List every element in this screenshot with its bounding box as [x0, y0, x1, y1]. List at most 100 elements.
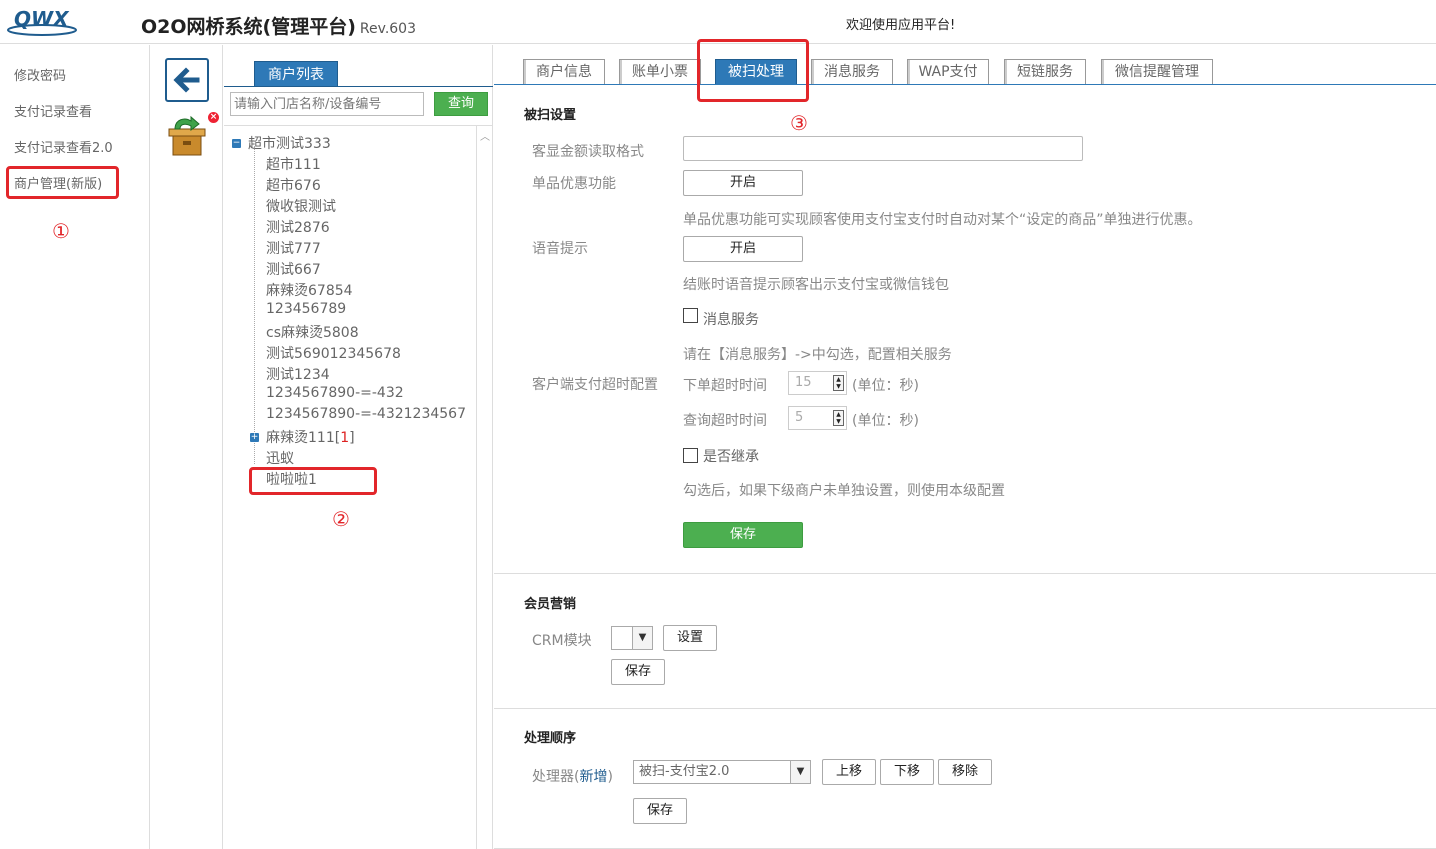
scan-settings-save-button[interactable]: 保存 [683, 522, 803, 548]
chevron-down-icon: ▼ [790, 761, 810, 783]
annotation-box-3 [697, 39, 809, 102]
tab-short-link[interactable]: 短链服务 [1004, 59, 1086, 85]
query-timeout-stepper[interactable]: 5 ▲ ▼ [788, 406, 847, 430]
query-timeout-value: 5 [795, 410, 804, 425]
annotation-number-1: ① [52, 219, 70, 243]
member-marketing-save-button[interactable]: 保存 [611, 659, 665, 685]
tree-node[interactable]: 超市111 [266, 154, 321, 174]
query-button[interactable]: 查询 [434, 92, 488, 116]
voice-prompt-hint: 结账时语音提示顾客出示支付宝或微信钱包 [683, 277, 949, 293]
header: QWX O2O网桥系统(管理平台) Rev.603 欢迎使用应用平台! [0, 0, 1436, 44]
expand-toggle-icon[interactable]: + [250, 433, 259, 442]
query-timeout-label: 查询超时时间 [683, 413, 767, 429]
tree-node[interactable]: 超市676 [266, 175, 321, 195]
spinner-arrows-icon[interactable]: ▲ ▼ [833, 410, 844, 426]
logo-text: QWX [14, 7, 70, 31]
crm-settings-button[interactable]: 设置 [663, 625, 717, 651]
tree-node[interactable]: 测试2876 [266, 217, 330, 237]
icon-column: × [151, 45, 223, 849]
processor-label-close: ) [607, 769, 613, 785]
tree-node[interactable]: 麻辣烫67854 [266, 280, 353, 300]
section-title-member-marketing: 会员营销 [524, 597, 577, 612]
collapse-toggle-icon[interactable]: − [232, 139, 241, 148]
processor-label-text: 处理器( [532, 769, 580, 785]
tab-message-service[interactable]: 消息服务 [811, 59, 893, 85]
app-title: O2O网桥系统(管理平台) Rev.603 [141, 12, 416, 39]
voice-prompt-enable-button[interactable]: 开启 [683, 236, 803, 262]
tree-node[interactable]: 1234567890-=-4321234567 [266, 406, 466, 422]
tree-scrollbar[interactable]: ︿ [476, 126, 493, 849]
back-button[interactable] [165, 58, 209, 102]
section-title-scan-settings: 被扫设置 [524, 108, 577, 123]
section-divider [494, 708, 1436, 709]
amount-format-input[interactable] [683, 136, 1083, 161]
tree-node[interactable]: 123456789 [266, 301, 346, 317]
order-timeout-unit: (单位：秒) [852, 378, 919, 394]
processing-order-save-button[interactable]: 保存 [633, 798, 687, 824]
tab-merchant-info[interactable]: 商户信息 [523, 59, 605, 85]
single-discount-hint: 单品优惠功能可实现顾客使用支付宝支付时自动对某个“设定的商品”单独进行优惠。 [683, 212, 1202, 228]
export-box-icon[interactable] [167, 115, 207, 157]
revision: Rev.603 [359, 21, 416, 37]
scroll-up-icon[interactable]: ︿ [480, 128, 490, 143]
processor-value: 被扫-支付宝2.0 [639, 764, 730, 779]
move-down-button[interactable]: 下移 [880, 759, 934, 785]
tree-node[interactable]: 测试1234 [266, 364, 330, 384]
tree-node[interactable]: 1234567890-=-432 [266, 385, 404, 401]
annotation-number-2: ② [332, 507, 350, 531]
inherit-checkbox-label: 是否继承 [703, 449, 759, 465]
inherit-hint: 勾选后，如果下级商户未单独设置，则使用本级配置 [683, 483, 1005, 499]
tab-underline [224, 86, 493, 87]
move-up-button[interactable]: 上移 [822, 759, 876, 785]
arrow-left-icon [173, 67, 200, 93]
inherit-checkbox[interactable] [683, 448, 698, 463]
chevron-down-icon: ▼ [632, 627, 652, 649]
add-processor-link[interactable]: 新增 [579, 769, 607, 785]
main-content: 商户信息 账单小票 被扫处理 消息服务 WAP支付 短链服务 微信提醒管理 被扫… [494, 45, 1436, 849]
close-badge-icon[interactable]: × [208, 112, 219, 123]
tree-node[interactable]: 测试667 [266, 259, 321, 279]
single-discount-label: 单品优惠功能 [532, 176, 616, 192]
tree-node[interactable]: 微收银测试 [266, 196, 336, 216]
menu-item-payment-records-2[interactable]: 支付记录查看2.0 [14, 137, 113, 156]
message-service-checkbox[interactable] [683, 308, 698, 323]
count-close: ] [349, 430, 355, 446]
annotation-box-1 [6, 166, 119, 199]
tab-wechat-reminder[interactable]: 微信提醒管理 [1101, 59, 1213, 85]
tree-node[interactable]: cs麻辣烫5808 [266, 322, 359, 342]
menu-item-change-password[interactable]: 修改密码 [14, 65, 66, 84]
crm-module-select[interactable]: ▼ [611, 626, 653, 650]
annotation-number-3: ③ [790, 111, 808, 135]
annotation-box-2 [249, 467, 377, 495]
welcome-text: 欢迎使用应用平台! [846, 18, 956, 33]
search-input[interactable] [230, 92, 424, 116]
order-timeout-label: 下单超时时间 [683, 378, 767, 394]
tree-node-root[interactable]: 超市测试333 [248, 133, 331, 153]
tabs-underline [494, 84, 1436, 85]
menu-item-payment-records[interactable]: 支付记录查看 [14, 101, 92, 120]
section-title-processing-order: 处理顺序 [524, 731, 577, 746]
voice-prompt-label: 语音提示 [532, 241, 588, 257]
remove-button[interactable]: 移除 [938, 759, 992, 785]
app-title-text: O2O网桥系统(管理平台) [141, 16, 356, 38]
tab-merchant-list[interactable]: 商户列表 [254, 61, 338, 87]
tree-node[interactable]: 测试777 [266, 238, 321, 258]
spinner-arrows-icon[interactable]: ▲ ▼ [833, 375, 844, 391]
tree-node-label: 麻辣烫111 [266, 430, 335, 446]
query-timeout-unit: (单位：秒) [852, 413, 919, 429]
section-divider [494, 573, 1436, 574]
processor-label: 处理器(新增) [532, 766, 613, 786]
crm-module-label: CRM模块 [532, 633, 592, 649]
tab-bill-receipt[interactable]: 账单小票 [619, 59, 701, 85]
tree-node-collapsed[interactable]: 麻辣烫111[1] [266, 427, 355, 447]
tree-node[interactable]: 迅蚁 [266, 448, 294, 468]
processor-select[interactable]: 被扫-支付宝2.0 ▼ [633, 760, 811, 784]
tree-guide-line [254, 146, 255, 464]
tab-wap-pay[interactable]: WAP支付 [907, 59, 989, 85]
tree-node[interactable]: 测试569012345678 [266, 343, 401, 363]
timeout-config-label: 客户端支付超时配置 [532, 377, 658, 393]
qwx-logo[interactable]: QWX [4, 4, 80, 38]
order-timeout-stepper[interactable]: 15 ▲ ▼ [788, 371, 847, 395]
single-discount-enable-button[interactable]: 开启 [683, 170, 803, 196]
message-service-hint: 请在【消息服务】->中勾选，配置相关服务 [683, 347, 952, 363]
